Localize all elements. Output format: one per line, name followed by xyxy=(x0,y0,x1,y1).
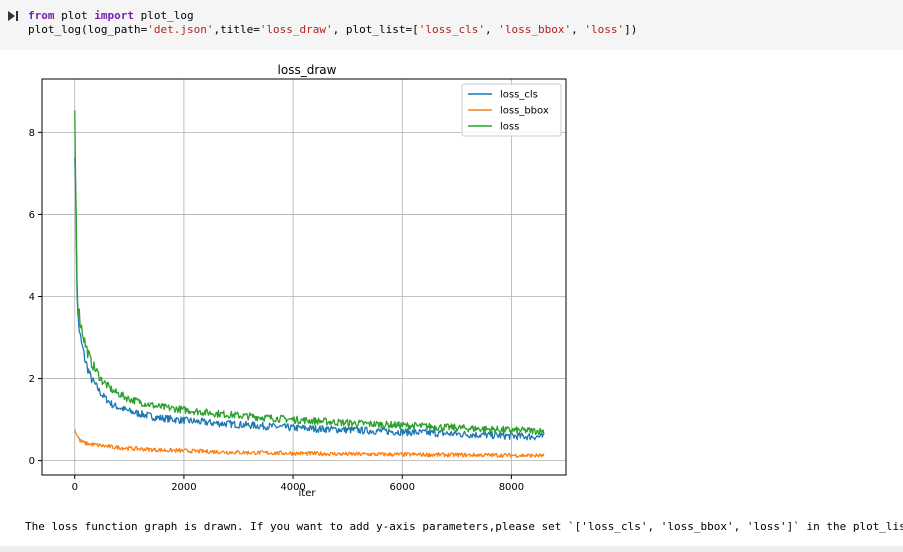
code-keyword: import xyxy=(94,9,134,22)
code-keyword: from xyxy=(28,9,55,22)
x-tick-label: 6000 xyxy=(390,482,415,493)
code-string: 'loss_cls' xyxy=(418,23,485,36)
code-string: 'loss_bbox' xyxy=(498,23,572,36)
chart-title: loss_draw xyxy=(278,63,337,77)
y-tick-label: 0 xyxy=(29,456,35,467)
code-text: plot_log(log_path= xyxy=(28,23,148,36)
code-text: , xyxy=(485,23,499,36)
x-tick-label: 0 xyxy=(72,482,78,493)
legend-label: loss xyxy=(500,122,519,133)
y-tick-label: 2 xyxy=(29,374,35,385)
code-editor[interactable]: from plot import plot_log plot_log(log_p… xyxy=(28,9,637,37)
loss-chart: loss_draw 0 2000 4000 6000 800002468 iter lo… xyxy=(29,63,567,499)
x-axis-label: iter xyxy=(299,488,317,499)
y-tick-label: 6 xyxy=(29,210,35,221)
x-tick-label: 8000 xyxy=(499,482,524,493)
next-cell-edge xyxy=(0,546,903,552)
code-cell[interactable]: from plot import plot_log plot_log(log_p… xyxy=(0,0,903,50)
chart-legend: loss_cls loss_bboxloss xyxy=(461,83,562,137)
series-line-loss_cls xyxy=(74,157,545,441)
plot-frame xyxy=(41,78,567,476)
code-text: ,title= xyxy=(213,23,260,36)
legend-label: loss_cls xyxy=(500,90,538,101)
code-text: plot xyxy=(54,9,95,22)
markdown-note: The loss function graph is drawn. If you… xyxy=(25,520,903,533)
code-string: 'loss_draw' xyxy=(259,23,333,36)
code-text: plot_log xyxy=(134,9,194,22)
legend-label: loss_bbox xyxy=(500,106,549,117)
code-text: ]) xyxy=(624,23,638,36)
series-line-loss xyxy=(74,110,545,436)
y-tick-label: 4 xyxy=(29,292,35,303)
code-string: 'loss' xyxy=(584,23,625,36)
code-text: , xyxy=(571,23,585,36)
run-cell-icon[interactable] xyxy=(7,10,19,22)
cell-output: loss_draw 0 2000 4000 6000 8000 0 2 4 6 8 iter lo… xyxy=(0,50,903,552)
y-tick-label: 8 xyxy=(29,128,35,139)
code-string: 'det.json' xyxy=(147,23,214,36)
x-tick-label: 2000 xyxy=(171,482,196,493)
code-text: , plot_list=[ xyxy=(332,23,419,36)
